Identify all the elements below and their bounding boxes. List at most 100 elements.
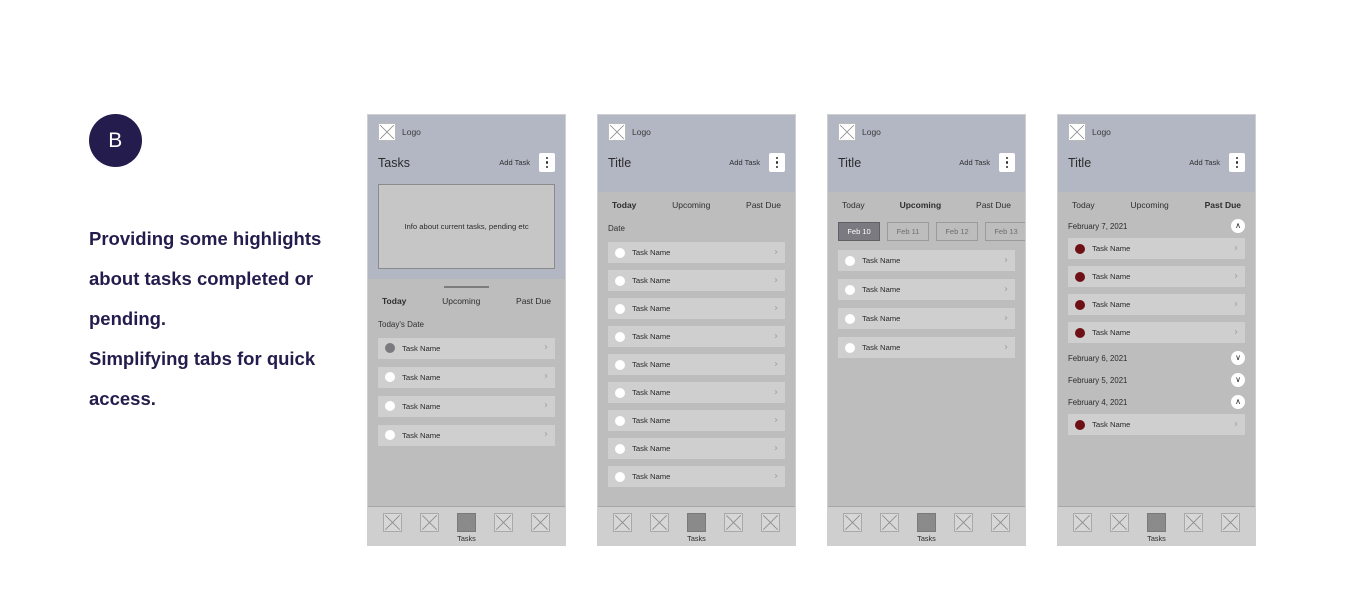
- chevron-right-icon[interactable]: ›: [774, 471, 778, 482]
- tab-today[interactable]: Today: [842, 200, 865, 210]
- task-status-dot[interactable]: [385, 430, 395, 440]
- task-status-dot[interactable]: [845, 313, 855, 324]
- nav-item-2[interactable]: [415, 513, 445, 534]
- chevron-right-icon[interactable]: ›: [774, 415, 778, 426]
- task-status-dot[interactable]: [845, 284, 855, 295]
- task-row[interactable]: Task Name ›: [1068, 414, 1245, 435]
- task-row[interactable]: Task Name ›: [378, 366, 555, 388]
- nav-item-5[interactable]: [756, 513, 786, 534]
- task-row[interactable]: Task Name ›: [1068, 322, 1245, 343]
- task-row[interactable]: Task Name ›: [838, 279, 1015, 300]
- task-row[interactable]: Task Name ›: [608, 382, 785, 403]
- chevron-right-icon[interactable]: ›: [544, 343, 548, 353]
- chevron-right-icon[interactable]: ›: [1234, 299, 1238, 310]
- task-status-dot[interactable]: [1075, 271, 1085, 282]
- chevron-up-icon[interactable]: ∧: [1231, 395, 1245, 409]
- nav-item-3[interactable]: Tasks: [912, 513, 942, 543]
- task-row[interactable]: Task Name ›: [608, 270, 785, 291]
- nav-item-2[interactable]: [1105, 513, 1135, 534]
- add-task-button[interactable]: Add Task: [959, 158, 990, 167]
- task-status-dot[interactable]: [845, 342, 855, 353]
- task-row[interactable]: Task Name ›: [1068, 294, 1245, 315]
- chevron-right-icon[interactable]: ›: [1004, 255, 1008, 266]
- nav-item-3[interactable]: Tasks: [1142, 513, 1172, 543]
- task-status-dot[interactable]: [615, 303, 625, 314]
- task-status-dot[interactable]: [615, 359, 625, 370]
- nav-item-5[interactable]: [986, 513, 1016, 534]
- nav-item-3[interactable]: Tasks: [682, 513, 712, 543]
- task-row[interactable]: Task Name ›: [1068, 238, 1245, 259]
- task-status-dot[interactable]: [615, 387, 625, 398]
- date-chip[interactable]: Feb 11: [887, 222, 929, 241]
- more-vertical-icon[interactable]: [769, 153, 785, 172]
- task-row[interactable]: Task Name ›: [608, 326, 785, 347]
- add-task-button[interactable]: Add Task: [499, 158, 530, 167]
- chevron-up-icon[interactable]: ∧: [1231, 219, 1245, 233]
- tab-past-due[interactable]: Past Due: [516, 296, 551, 306]
- tab-upcoming[interactable]: Upcoming: [900, 200, 942, 210]
- date-chip[interactable]: Feb 13: [985, 222, 1025, 241]
- chevron-right-icon[interactable]: ›: [1234, 243, 1238, 254]
- nav-item-4[interactable]: [489, 513, 519, 534]
- date-group-header[interactable]: February 4, 2021 ∧: [1068, 395, 1245, 409]
- tab-today[interactable]: Today: [1072, 200, 1095, 210]
- tab-past-due[interactable]: Past Due: [1205, 200, 1241, 210]
- task-status-dot[interactable]: [385, 401, 395, 411]
- date-group-header[interactable]: February 5, 2021 ∨: [1068, 373, 1245, 387]
- chevron-right-icon[interactable]: ›: [774, 387, 778, 398]
- task-row[interactable]: Task Name ›: [378, 337, 555, 359]
- task-row[interactable]: Task Name ›: [378, 395, 555, 417]
- tab-upcoming[interactable]: Upcoming: [1131, 200, 1169, 210]
- chevron-right-icon[interactable]: ›: [774, 359, 778, 370]
- nav-item-1[interactable]: [1068, 513, 1098, 534]
- nav-item-3[interactable]: Tasks: [452, 513, 482, 543]
- nav-item-2[interactable]: [875, 513, 905, 534]
- nav-item-1[interactable]: [838, 513, 868, 534]
- task-status-dot[interactable]: [845, 255, 855, 266]
- task-status-dot[interactable]: [1075, 327, 1085, 338]
- chevron-right-icon[interactable]: ›: [774, 303, 778, 314]
- task-row[interactable]: Task Name ›: [838, 337, 1015, 358]
- date-chip[interactable]: Feb 12: [936, 222, 978, 241]
- task-row[interactable]: Task Name ›: [608, 466, 785, 487]
- add-task-button[interactable]: Add Task: [1189, 158, 1220, 167]
- task-status-dot[interactable]: [385, 372, 395, 382]
- chevron-down-icon[interactable]: ∨: [1231, 373, 1245, 387]
- nav-item-4[interactable]: [719, 513, 749, 534]
- add-task-button[interactable]: Add Task: [729, 158, 760, 167]
- chevron-right-icon[interactable]: ›: [774, 275, 778, 286]
- task-row[interactable]: Task Name ›: [838, 250, 1015, 271]
- chevron-right-icon[interactable]: ›: [1004, 313, 1008, 324]
- task-status-dot[interactable]: [1075, 243, 1085, 254]
- chevron-right-icon[interactable]: ›: [1234, 327, 1238, 338]
- task-row[interactable]: Task Name ›: [378, 424, 555, 446]
- nav-item-2[interactable]: [645, 513, 675, 534]
- chevron-right-icon[interactable]: ›: [1234, 271, 1238, 282]
- task-status-dot[interactable]: [1075, 419, 1085, 430]
- task-row[interactable]: Task Name ›: [608, 354, 785, 375]
- task-status-dot[interactable]: [615, 331, 625, 342]
- chevron-right-icon[interactable]: ›: [1234, 419, 1238, 430]
- tab-upcoming[interactable]: Upcoming: [442, 296, 480, 306]
- more-vertical-icon[interactable]: [539, 153, 555, 172]
- task-status-dot[interactable]: [385, 343, 395, 353]
- task-status-dot[interactable]: [615, 471, 625, 482]
- nav-item-4[interactable]: [949, 513, 979, 534]
- tab-past-due[interactable]: Past Due: [976, 200, 1011, 210]
- task-row[interactable]: Task Name ›: [838, 308, 1015, 329]
- task-status-dot[interactable]: [615, 275, 625, 286]
- more-vertical-icon[interactable]: [1229, 153, 1245, 172]
- tab-past-due[interactable]: Past Due: [746, 200, 781, 210]
- date-group-header[interactable]: February 6, 2021 ∨: [1068, 351, 1245, 365]
- more-vertical-icon[interactable]: [999, 153, 1015, 172]
- nav-item-4[interactable]: [1179, 513, 1209, 534]
- chevron-right-icon[interactable]: ›: [774, 247, 778, 258]
- task-status-dot[interactable]: [615, 443, 625, 454]
- chevron-right-icon[interactable]: ›: [544, 372, 548, 382]
- task-row[interactable]: Task Name ›: [608, 298, 785, 319]
- chevron-right-icon[interactable]: ›: [544, 430, 548, 440]
- task-status-dot[interactable]: [615, 415, 625, 426]
- task-row[interactable]: Task Name ›: [1068, 266, 1245, 287]
- chevron-down-icon[interactable]: ∨: [1231, 351, 1245, 365]
- chevron-right-icon[interactable]: ›: [544, 401, 548, 411]
